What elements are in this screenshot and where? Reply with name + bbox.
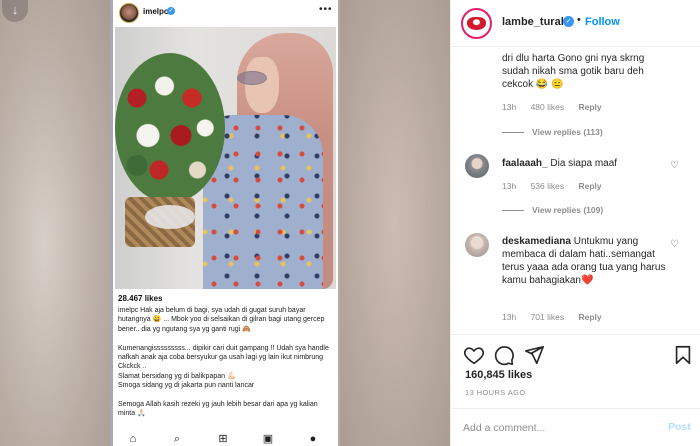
bookmark-icon[interactable]	[672, 344, 694, 366]
embedded-post-screenshot: imelpc ✓ ••• 28.467 likes imelpc Hak aja…	[113, 0, 338, 446]
shop-icon: ▣	[262, 433, 274, 445]
comment-body: Dia siapa maaf	[550, 158, 618, 169]
post-actions-bar	[451, 334, 700, 374]
comment-likes[interactable]: 701 likes	[531, 312, 565, 322]
phone-avatar	[119, 3, 139, 23]
comment-likes[interactable]: 480 likes	[531, 102, 565, 112]
comment-like-heart-icon[interactable]: ♡	[670, 239, 679, 250]
profile-icon: ●	[309, 433, 317, 445]
photo-face	[245, 57, 279, 113]
comment-text: deskamediana Untukmu yang membaca di dal…	[502, 235, 672, 287]
phone-post-header: imelpc ✓ •••	[113, 0, 338, 26]
post-likes-count[interactable]: 160,845 likes	[465, 369, 532, 381]
post-photo	[115, 27, 336, 289]
replies-line	[502, 210, 524, 212]
photo-ribbon	[145, 205, 195, 229]
phone-verified-icon: ✓	[167, 7, 175, 15]
comment-meta: 13h 536 likes Reply	[502, 181, 614, 191]
photo-glasses	[237, 71, 267, 85]
comments-list[interactable]: dri dlu harta Gono gni nya skrng sudah n…	[451, 48, 700, 333]
comment-likes[interactable]: 536 likes	[531, 181, 565, 191]
commenter-avatar[interactable]	[465, 154, 489, 178]
phone-likes-count: 28.467 likes	[118, 294, 163, 303]
comment-time: 13h	[502, 102, 517, 112]
comment-icon[interactable]	[493, 344, 515, 366]
view-replies-button[interactable]: View replies (113)	[502, 127, 603, 137]
reply-button[interactable]: Reply	[579, 312, 602, 322]
comment-meta: 13h 480 likes Reply	[502, 102, 614, 112]
post-side-panel: lambe_turah ✓ • Follow dri dlu harta Gon…	[450, 0, 700, 446]
phone-caption: imelpc Hak aja belum di bagi, sya udah d…	[118, 307, 329, 418]
phone-bottom-nav: ⌂ ⌕ ⊞ ▣ ●	[113, 432, 338, 446]
comment-text: dri dlu harta Gono gni nya skrng sudah n…	[502, 53, 645, 90]
post-timestamp: 13 HOURS AGO	[465, 388, 526, 397]
replies-line	[502, 132, 524, 134]
comment-text: faalaaah_ Dia siapa maaf	[502, 157, 672, 170]
follow-button[interactable]: Follow	[585, 16, 620, 28]
comment-time: 13h	[502, 312, 517, 322]
home-icon: ⌂	[129, 433, 137, 445]
account-avatar[interactable]	[461, 8, 492, 39]
comment-meta: 13h 701 likes Reply	[502, 312, 614, 322]
post-comment-button[interactable]: Post	[668, 421, 691, 433]
search-icon: ⌕	[173, 433, 181, 445]
new-post-icon: ⊞	[218, 433, 228, 445]
heart-icon[interactable]	[463, 344, 485, 366]
add-comment-bar: Post	[451, 408, 700, 446]
commenter-avatar[interactable]	[465, 233, 489, 257]
share-icon[interactable]	[523, 344, 545, 366]
account-username[interactable]: lambe_turah	[502, 16, 567, 28]
commenter-username[interactable]: deskamediana	[502, 236, 571, 247]
comment-time: 13h	[502, 181, 517, 191]
view-replies-label: View replies (109)	[532, 205, 604, 215]
phone-username: imelpc	[143, 7, 169, 16]
reply-button[interactable]: Reply	[579, 102, 602, 112]
photo-flower-bouquet	[115, 53, 225, 203]
view-replies-label: View replies (113)	[532, 127, 603, 137]
verified-badge-icon: ✓	[563, 16, 574, 27]
view-replies-button[interactable]: View replies (109)	[502, 205, 603, 215]
post-header: lambe_turah ✓ • Follow	[451, 0, 700, 47]
separator-dot: •	[577, 14, 581, 26]
commenter-username[interactable]: faalaaah_	[502, 158, 548, 169]
reply-button[interactable]: Reply	[579, 181, 602, 191]
comment-like-heart-icon[interactable]: ♡	[670, 160, 679, 171]
phone-more-icon: •••	[319, 4, 333, 15]
add-comment-input[interactable]	[463, 419, 653, 437]
